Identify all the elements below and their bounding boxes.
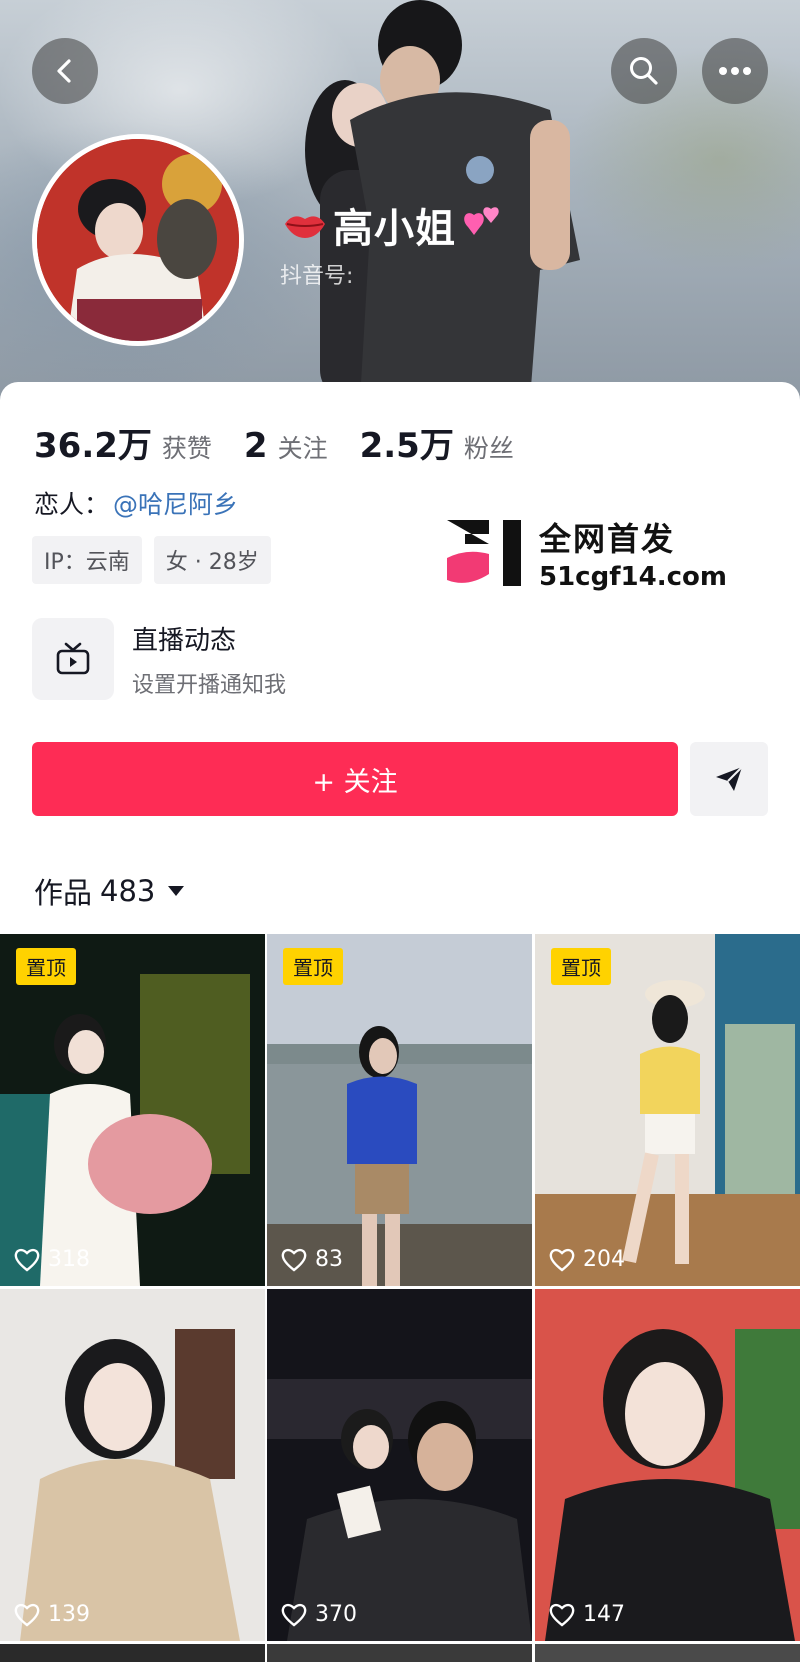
share-button[interactable] (690, 742, 768, 816)
video-tile[interactable] (0, 1644, 265, 1662)
like-count: 318 (14, 1247, 90, 1272)
nickname-row: 高小姐 (283, 196, 506, 254)
watermark-logo (447, 520, 521, 586)
heart-icon (549, 1603, 575, 1627)
live-subtitle: 设置开播通知我 (132, 672, 287, 698)
stats-row: 36.2万 获赞 2 关注 2.5万 粉丝 (34, 418, 546, 467)
stat-following-label: 关注 (277, 434, 328, 463)
watermark-line1: 全网首发 (539, 520, 676, 558)
heart-icon (281, 1248, 307, 1272)
stat-followers-value: 2.5万 (359, 426, 454, 466)
video-tile[interactable] (267, 1644, 532, 1662)
like-count: 204 (549, 1247, 625, 1272)
search-icon (630, 57, 658, 85)
like-count-value: 83 (315, 1247, 343, 1272)
live-icon-box (32, 618, 114, 700)
video-thumbnail (535, 1289, 800, 1641)
like-count-value: 147 (583, 1602, 625, 1627)
video-tile[interactable]: 置顶 204 (535, 934, 800, 1286)
avatar[interactable] (32, 134, 244, 346)
tags-row: IP：云南 女 · 28岁 (32, 536, 283, 584)
lips-icon (285, 216, 325, 238)
nickname: 高小姐 (333, 206, 456, 252)
follow-button[interactable]: + 关注 (32, 742, 678, 816)
video-tile[interactable]: 置顶 83 (267, 934, 532, 1286)
stat-following[interactable]: 2 关注 (244, 426, 328, 466)
stat-followers-label: 粉丝 (463, 434, 514, 463)
like-count: 147 (549, 1602, 625, 1627)
ip-tag: IP：云南 (32, 536, 142, 584)
pinned-badge: 置顶 (283, 948, 343, 985)
works-count: 483 (100, 874, 156, 908)
more-button[interactable] (702, 38, 768, 104)
like-count: 370 (281, 1602, 357, 1627)
avatar-image (37, 139, 239, 341)
like-count-value: 318 (48, 1247, 90, 1272)
video-thumbnail (267, 934, 532, 1286)
gender-age-tag: 女 · 28岁 (153, 536, 271, 584)
watermark-line2: 51cgf14.com (539, 562, 727, 592)
video-tile[interactable]: 139 (0, 1289, 265, 1641)
works-label: 作品 (34, 876, 93, 910)
like-count: 83 (281, 1247, 343, 1272)
video-tile[interactable]: 置顶 318 (0, 934, 265, 1286)
video-tile[interactable]: 370 (267, 1289, 532, 1641)
video-thumbnail (535, 934, 800, 1286)
heart-icon (14, 1248, 40, 1272)
heart-icon (14, 1603, 40, 1627)
video-thumbnail (0, 934, 265, 1286)
video-tile[interactable]: 147 (535, 1289, 800, 1641)
profile-cover: 高小姐 抖音号: (0, 0, 800, 400)
caret-down-icon (168, 886, 185, 896)
heart-icon (549, 1248, 575, 1272)
like-count: 139 (14, 1602, 90, 1627)
video-tile[interactable] (535, 1644, 800, 1662)
live-section[interactable]: 直播动态 设置开播通知我 (32, 618, 286, 700)
video-thumbnail (267, 1289, 532, 1641)
like-count-value: 370 (315, 1602, 357, 1627)
stat-following-value: 2 (243, 426, 268, 466)
live-title: 直播动态 (132, 625, 237, 656)
lover-label: 恋人： (34, 490, 110, 519)
tv-icon (56, 642, 90, 675)
lover-link[interactable]: @哈尼阿乡 (113, 485, 238, 521)
like-count-value: 139 (48, 1602, 90, 1627)
lover-row: 恋人： @哈尼阿乡 (34, 485, 238, 521)
hearts-icon (464, 207, 499, 235)
back-icon (57, 59, 71, 83)
stat-likes-label: 获赞 (161, 434, 212, 463)
heart-icon (281, 1603, 307, 1627)
more-icon (719, 67, 751, 75)
pinned-badge: 置顶 (551, 948, 611, 985)
like-count-value: 204 (583, 1247, 625, 1272)
stat-followers[interactable]: 2.5万 粉丝 (360, 418, 514, 467)
share-icon (716, 766, 743, 791)
search-button[interactable] (611, 38, 677, 104)
watermark: 全网首发 51cgf14.com (445, 514, 727, 592)
works-tab[interactable]: 作品 483 (34, 870, 185, 912)
stat-likes-value: 36.2万 (34, 426, 152, 466)
back-button[interactable] (32, 38, 98, 104)
stat-likes: 36.2万 获赞 (34, 418, 212, 467)
video-thumbnail (0, 1289, 265, 1641)
pinned-badge: 置顶 (16, 948, 76, 985)
douyin-id: 抖音号: (280, 264, 354, 289)
